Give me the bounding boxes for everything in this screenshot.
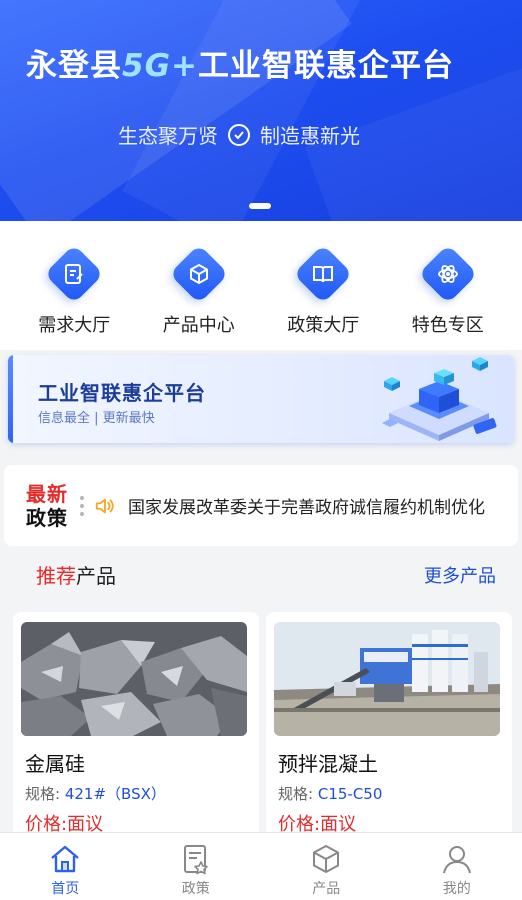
speaker-icon — [95, 498, 114, 513]
isometric-platform-illustration — [382, 357, 497, 441]
tab-label: 首页 — [51, 881, 80, 897]
target-check-icon — [228, 123, 250, 146]
cube-icon — [313, 845, 340, 873]
product-spec: 规格: 421#（BSX） — [25, 785, 166, 803]
news-headline[interactable]: 国家发展改革委关于完善政府诚信履约机制优化 — [128, 493, 485, 518]
product-name: 预拌混凝土 — [278, 752, 378, 776]
bottom-tab-bar: 首页 政策 产品 我的 — [0, 832, 522, 900]
banner-slogan: 生态聚万贤 制造惠新光 — [118, 120, 360, 149]
tab-mine[interactable]: 我的 — [407, 833, 507, 900]
divider-dots — [80, 495, 84, 516]
quicknav-item-policy[interactable]: 政策大厅 — [268, 221, 378, 350]
quicknav-label: 需求大厅 — [38, 315, 111, 336]
latest-policy-ticker[interactable]: 最新 政策 国家发展改革委关于完善政府诚信履约机制优化 — [4, 465, 518, 546]
quicknav-label: 政策大厅 — [287, 315, 360, 336]
atom-icon — [418, 244, 478, 304]
more-products-link[interactable]: 更多产品 — [424, 562, 496, 588]
quicknav-item-products[interactable]: 产品中心 — [144, 221, 254, 350]
tab-label: 产品 — [312, 881, 341, 897]
quicknav-item-special[interactable]: 特色专区 — [393, 221, 503, 350]
product-image — [274, 622, 500, 736]
section-title: 推荐产品 — [36, 564, 116, 588]
product-card[interactable]: 预拌混凝土 规格: C15-C50 价格:面议 — [266, 612, 512, 852]
tab-home[interactable]: 首页 — [15, 833, 115, 900]
tab-label: 政策 — [181, 881, 210, 897]
banner-title: 永登县5G+工业智联惠企平台 — [26, 48, 454, 84]
quicknav-label: 产品中心 — [162, 315, 235, 336]
product-name: 金属硅 — [25, 752, 85, 776]
carousel-indicator[interactable] — [249, 203, 271, 209]
latest-policy-logo: 最新 政策 — [26, 481, 68, 530]
promo-title: 工业智联惠企平台 — [38, 381, 206, 405]
policy-book-icon — [293, 244, 353, 304]
tab-label: 我的 — [442, 881, 471, 897]
quick-nav: 需求大厅 产品中心 政策大厅 特色专区 — [0, 221, 522, 350]
demand-icon — [44, 244, 104, 304]
promo-subtitle: 信息最全 | 更新最快 — [38, 411, 155, 426]
user-icon — [442, 846, 471, 874]
product-cube-icon — [169, 244, 229, 304]
quicknav-label: 特色专区 — [411, 315, 484, 336]
top-banner[interactable]: 永登县5G+工业智联惠企平台 生态聚万贤 制造惠新光 — [0, 0, 522, 221]
product-image — [21, 622, 247, 736]
product-card[interactable]: 金属硅 规格: 421#（BSX） 价格:面议 — [13, 612, 259, 852]
platform-promo-card[interactable]: 工业智联惠企平台 信息最全 | 更新最快 — [8, 355, 514, 443]
home-icon — [51, 845, 80, 873]
slogan-right: 制造惠新光 — [260, 124, 360, 148]
product-spec: 规格: C15-C50 — [278, 785, 383, 803]
tab-products[interactable]: 产品 — [276, 833, 376, 900]
slogan-left: 生态聚万贤 — [118, 124, 218, 148]
tab-policy[interactable]: 政策 — [146, 833, 246, 900]
quicknav-item-demand[interactable]: 需求大厅 — [19, 221, 129, 350]
policy-icon — [183, 845, 208, 875]
